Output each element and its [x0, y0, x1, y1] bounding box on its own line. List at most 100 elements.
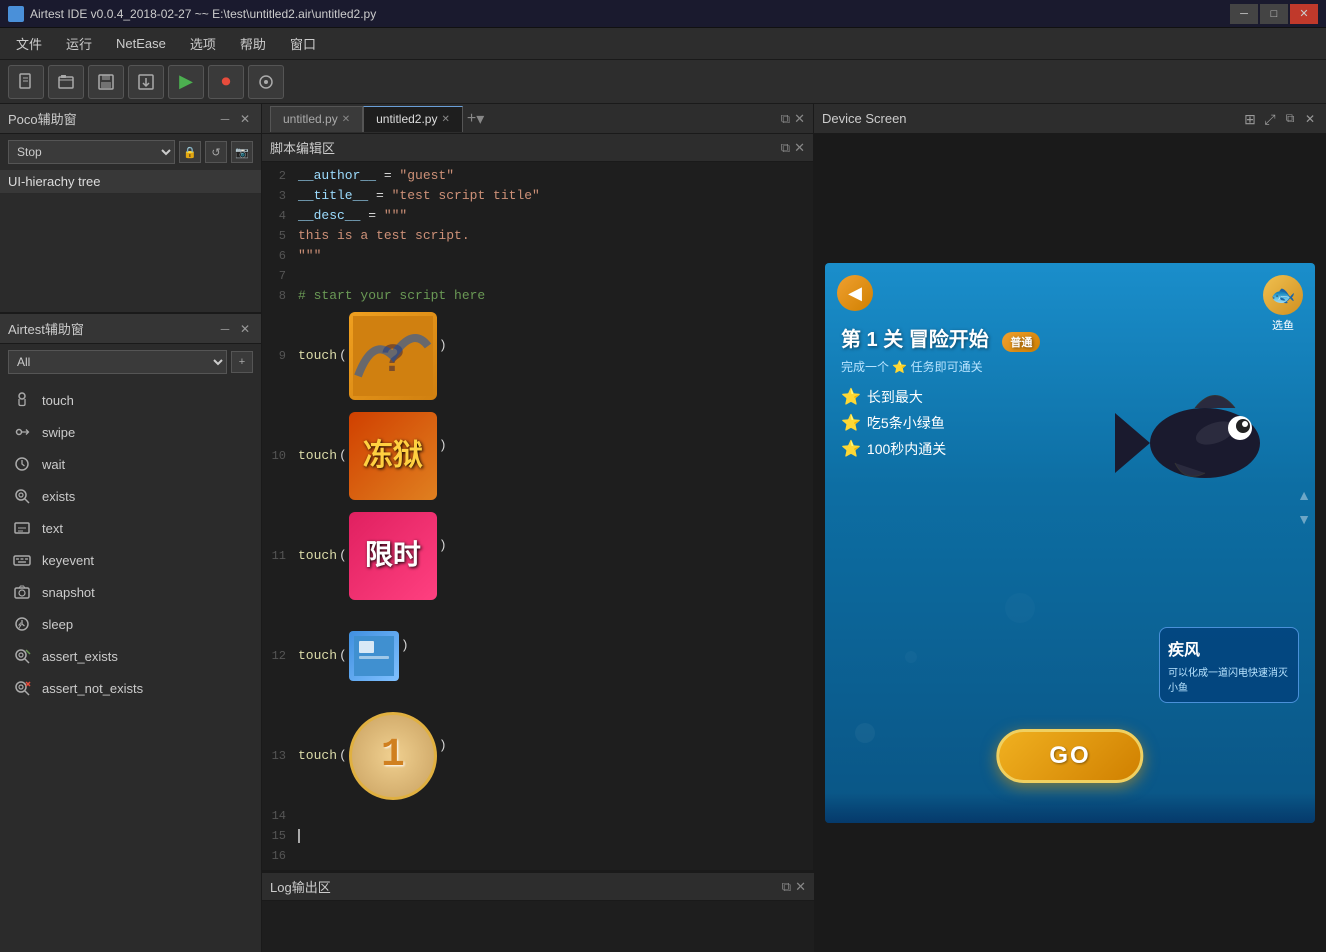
assert-exists-icon: [12, 646, 32, 666]
poco-panel-header: Poco辅助窗 ─ ✕: [0, 104, 261, 134]
star-icon-3: ⭐: [841, 439, 861, 459]
device-fullscreen-btn[interactable]: ⤢: [1262, 111, 1278, 127]
airtest-text-label: text: [42, 521, 63, 536]
poco-minimize-btn[interactable]: ─: [217, 111, 233, 127]
airtest-filter-select[interactable]: All: [8, 350, 227, 374]
poco-section: Poco辅助窗 ─ ✕ Stop 🔒 ↺ 📷 UI-hierachy tree: [0, 104, 261, 314]
airtest-add-btn[interactable]: +: [231, 351, 253, 373]
code-line-11: 11 touch( 限时 ): [262, 506, 813, 606]
open-file-button[interactable]: [48, 65, 84, 99]
code-line-12: 12 touch( ): [262, 606, 813, 706]
ui-hierarchy-row[interactable]: UI-hierachy tree: [0, 170, 261, 194]
stop-record-button[interactable]: ⏺: [208, 65, 244, 99]
log-header-controls: ⧉ ✕: [782, 879, 806, 895]
ui-hierarchy-label: UI-hierachy tree: [8, 174, 100, 189]
airtest-item-sleep[interactable]: sleep: [0, 608, 261, 640]
code-line-2: 2 __author__ = "guest": [262, 166, 813, 186]
airtest-assert-not-exists-label: assert_not_exists: [42, 681, 143, 696]
center-area: untitled.py ✕ untitled2.py ✕ + ▾ ⧉ ✕: [262, 104, 814, 952]
device-close-btn[interactable]: ✕: [1302, 111, 1318, 127]
code-image-2: 冻狱: [349, 412, 437, 500]
airtest-item-keyevent[interactable]: keyevent: [0, 544, 261, 576]
save-file-button[interactable]: [88, 65, 124, 99]
scroll-indicators: ▲ ▼: [1297, 487, 1311, 527]
airtest-item-exists[interactable]: exists: [0, 480, 261, 512]
game-screen: ◀ 🐟 选鱼 第 1 关 冒险开始 普通 完成一个 ⭐ 任务即: [825, 263, 1315, 823]
code-image-4: [349, 631, 399, 681]
poco-snapshot-btn[interactable]: 📷: [231, 141, 253, 163]
tab-untitled-close[interactable]: ✕: [342, 114, 350, 125]
bubble-2: [905, 651, 917, 663]
game-task-3: ⭐ 100秒内通关: [841, 439, 1299, 459]
airtest-item-assert-not-exists[interactable]: assert_not_exists: [0, 672, 261, 704]
airtest-item-wait[interactable]: wait: [0, 448, 261, 480]
menu-item-file[interactable]: 文件: [4, 30, 54, 57]
app-title: Airtest IDE v0.0.4_2018-02-27 ~~ E:\test…: [30, 7, 376, 21]
tab-untitled2-close[interactable]: ✕: [441, 114, 449, 125]
airtest-item-assert-exists[interactable]: assert_exists: [0, 640, 261, 672]
maximize-button[interactable]: □: [1260, 4, 1288, 24]
log-close-btn[interactable]: ✕: [795, 879, 806, 895]
menu-item-window[interactable]: 窗口: [278, 30, 328, 57]
airtest-minimize-btn[interactable]: ─: [217, 321, 233, 337]
scroll-down-indicator: ▼: [1297, 511, 1311, 527]
new-file-button[interactable]: [8, 65, 44, 99]
airtest-exists-label: exists: [42, 489, 75, 504]
play-button[interactable]: ▶: [168, 65, 204, 99]
code-area[interactable]: 2 __author__ = "guest" 3 __title__ = "te…: [262, 162, 813, 870]
device-float-btn[interactable]: ⧉: [1282, 111, 1298, 127]
airtest-item-touch[interactable]: touch: [0, 384, 261, 416]
menu-item-run[interactable]: 运行: [54, 30, 104, 57]
editor-section-header: 脚本编辑区 ⧉ ✕: [262, 134, 813, 162]
normal-badge: 普通: [1002, 332, 1040, 352]
airtest-panel-controls: ─ ✕: [217, 321, 253, 337]
device-header-controls: ⊞ ⤢ ⧉ ✕: [1242, 111, 1318, 127]
tab-untitled2[interactable]: untitled2.py ✕: [363, 106, 463, 132]
export-button[interactable]: [128, 65, 164, 99]
airtest-item-snapshot[interactable]: snapshot: [0, 576, 261, 608]
wave-decoration: [825, 793, 1315, 823]
close-button[interactable]: ✕: [1290, 4, 1318, 24]
tab-untitled-label: untitled.py: [283, 112, 338, 126]
editor-section-close-btn[interactable]: ✕: [794, 138, 805, 157]
editor-close-btn[interactable]: ✕: [794, 111, 805, 127]
editor-float-btn[interactable]: ⧉: [781, 111, 790, 127]
code-image-3: 限时: [349, 512, 437, 600]
menu-item-options[interactable]: 选项: [178, 30, 228, 57]
editor-section-title: 脚本编辑区: [270, 138, 335, 157]
airtest-sleep-label: sleep: [42, 617, 73, 632]
airtest-items-list: touch swipe wait: [0, 380, 261, 952]
log-float-btn[interactable]: ⧉: [782, 879, 791, 895]
menu-item-help[interactable]: 帮助: [228, 30, 278, 57]
poco-refresh-btn[interactable]: ↺: [205, 141, 227, 163]
code-line-10: 10 touch( 冻狱 ): [262, 406, 813, 506]
airtest-item-swipe[interactable]: swipe: [0, 416, 261, 448]
tab-untitled[interactable]: untitled.py ✕: [270, 106, 363, 132]
snapshot-icon: [12, 582, 32, 602]
menu-item-netease[interactable]: NetEase: [104, 32, 178, 55]
text-icon: [12, 518, 32, 538]
poco-select[interactable]: Stop: [8, 140, 175, 164]
go-button[interactable]: GO: [996, 729, 1143, 783]
right-resize-handle[interactable]: [1322, 134, 1326, 952]
record-button[interactable]: [248, 65, 284, 99]
game-chapter-title: 第 1 关 冒险开始 普通: [841, 323, 1299, 352]
game-tasks: ⭐ 长到最大 ⭐ 吃5条小绿鱼 ⭐ 100秒内通关: [841, 387, 1299, 459]
wait-icon: [12, 454, 32, 474]
device-grid-btn[interactable]: ⊞: [1242, 111, 1258, 127]
airtest-assert-exists-label: assert_exists: [42, 649, 118, 664]
editor-tabs: untitled.py ✕ untitled2.py ✕ + ▾: [270, 106, 488, 132]
bottom-resize-handle[interactable]: [814, 948, 1326, 952]
airtest-close-btn[interactable]: ✕: [237, 321, 253, 337]
minimize-button[interactable]: ─: [1230, 4, 1258, 24]
poco-lock-btn[interactable]: 🔒: [179, 141, 201, 163]
assert-not-exists-icon: [12, 678, 32, 698]
menu-bar: 文件 运行 NetEase 选项 帮助 窗口: [0, 28, 1326, 60]
code-line-6: 6 """: [262, 246, 813, 266]
swipe-icon: [12, 422, 32, 442]
fish-card-desc: 可以化成一道闪电快速消灭小鱼: [1168, 664, 1290, 694]
editor-section-float-btn[interactable]: ⧉: [781, 138, 790, 157]
add-tab-button[interactable]: + ▾: [463, 106, 488, 132]
poco-close-btn[interactable]: ✕: [237, 111, 253, 127]
airtest-item-text[interactable]: text: [0, 512, 261, 544]
